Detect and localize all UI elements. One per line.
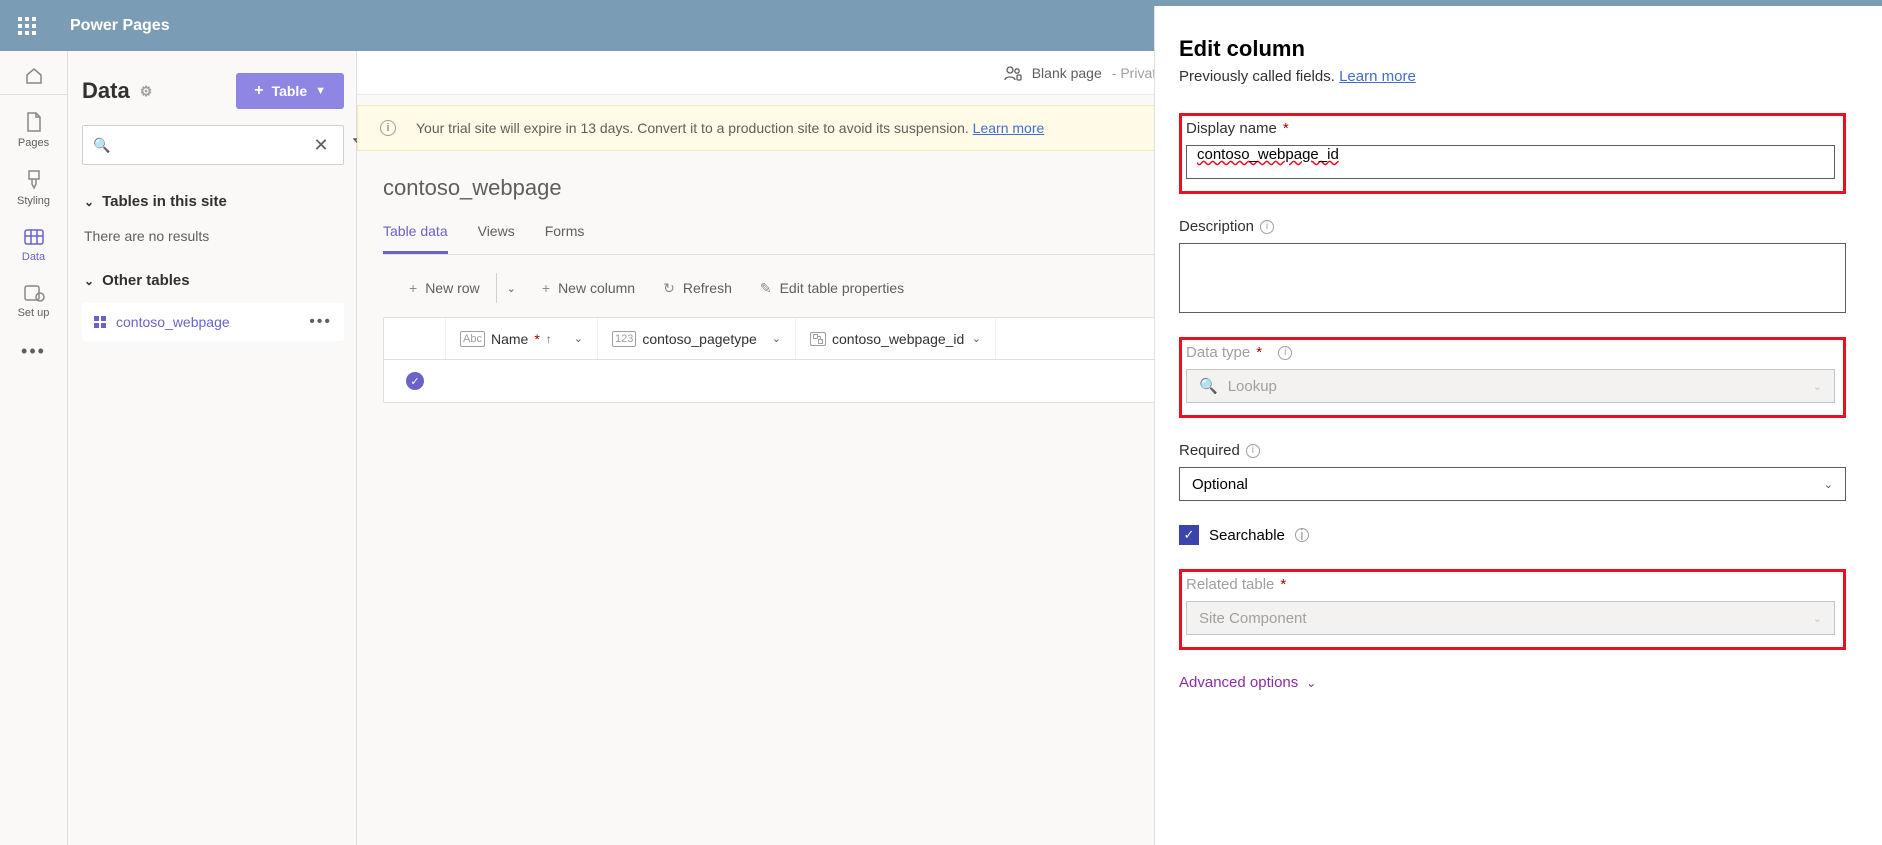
chevron-down-icon: ⌄ (1813, 380, 1822, 393)
data-type-select: 🔍Lookup ⌄ (1186, 369, 1835, 403)
table-label: contoso_webpage (116, 314, 230, 330)
number-type-icon: 123 (612, 331, 636, 347)
learn-more-link[interactable]: Learn more (973, 120, 1045, 136)
new-row-dropdown[interactable]: ⌄ (496, 273, 526, 303)
new-row-button[interactable]: +New row (397, 274, 492, 302)
data-type-field: Data type * i 🔍Lookup ⌄ (1179, 337, 1846, 418)
sidebar: Data ⚙ + Table ▼ 🔍 ✕ ⌄ Tables in this si… (68, 51, 357, 845)
button-label: Table (272, 83, 308, 99)
required-field: Required i Optional ⌄ (1179, 442, 1846, 501)
plus-icon: + (542, 280, 550, 296)
chevron-down-icon[interactable]: ⌄ (972, 332, 981, 345)
edit-column-panel: Edit column Previously called fields. Le… (1154, 6, 1882, 845)
info-icon[interactable]: i (1260, 220, 1274, 234)
tab-forms[interactable]: Forms (545, 215, 585, 254)
learn-more-link[interactable]: Learn more (1339, 68, 1416, 85)
info-icon: i (380, 120, 396, 136)
select-all-header[interactable] (384, 318, 446, 359)
no-results-text: There are no results (82, 218, 344, 264)
rail-label: Set up (18, 307, 50, 319)
sidebar-title: Data ⚙ (82, 78, 152, 104)
chevron-down-icon: ⌄ (1813, 612, 1822, 625)
refresh-icon: ↻ (663, 280, 675, 297)
app-launcher-icon[interactable] (18, 17, 36, 35)
rail-item-setup[interactable]: Set up (0, 273, 67, 329)
tab-views[interactable]: Views (478, 215, 515, 254)
section-site-tables[interactable]: ⌄ Tables in this site (82, 185, 344, 218)
rail-label: Data (22, 251, 45, 263)
display-name-input[interactable]: contoso_webpage_id (1186, 145, 1835, 179)
setup-icon (23, 283, 45, 303)
chevron-down-icon: ⌄ (1824, 478, 1833, 491)
page-name[interactable]: Blank page (1032, 65, 1102, 81)
related-table-field: Related table * Site Component ⌄ (1179, 569, 1846, 650)
chevron-down-icon: ⌄ (84, 274, 94, 288)
checkbox-checked-icon: ✓ (1179, 525, 1199, 545)
brush-icon (24, 169, 44, 191)
table-icon (94, 316, 106, 328)
rail-item-pages[interactable]: Pages (0, 101, 67, 159)
notice-text: Your trial site will expire in 13 days. … (416, 120, 969, 136)
search-icon: 🔍 (1199, 377, 1218, 395)
description-input[interactable] (1179, 243, 1846, 313)
left-rail: Pages Styling Data Set up ••• (0, 51, 68, 845)
column-header-pagetype[interactable]: 123 contoso_pagetype ⌄ (598, 318, 796, 359)
chevron-down-icon[interactable]: ⌄ (574, 332, 583, 345)
checkbox-label: Searchable (1209, 527, 1285, 544)
more-actions[interactable]: ••• (309, 313, 332, 331)
plus-icon: + (409, 280, 417, 296)
rail-item-data[interactable]: Data (0, 217, 67, 273)
section-label: Other tables (102, 272, 190, 289)
info-icon[interactable]: i (1246, 444, 1260, 458)
chevron-down-icon: ⌄ (84, 195, 94, 209)
people-icon (1004, 65, 1022, 81)
gear-icon[interactable]: ⚙ (140, 83, 153, 100)
lookup-type-icon (810, 332, 826, 346)
refresh-button[interactable]: ↻Refresh (651, 274, 744, 303)
table-item-contoso-webpage[interactable]: contoso_webpage ••• (82, 303, 344, 341)
column-header-name[interactable]: Abc Name* ↑ ⌄ (446, 318, 598, 359)
related-table-select: Site Component ⌄ (1186, 601, 1835, 635)
required-select[interactable]: Optional ⌄ (1179, 467, 1846, 501)
rail-item-styling[interactable]: Styling (0, 159, 67, 217)
section-other-tables[interactable]: ⌄ Other tables (82, 264, 344, 297)
description-field: Description i (1179, 218, 1846, 313)
search-icon: 🔍 (83, 137, 120, 154)
panel-subtitle: Previously called fields. Learn more (1179, 68, 1846, 85)
data-icon (23, 227, 45, 247)
display-name-field: Display name * contoso_webpage_id (1179, 113, 1846, 194)
section-label: Tables in this site (102, 193, 227, 210)
clear-icon[interactable]: ✕ (301, 135, 340, 156)
new-table-button[interactable]: + Table ▼ (236, 73, 344, 109)
text-type-icon: Abc (460, 331, 485, 347)
app-title: Power Pages (70, 17, 170, 35)
rail-label: Pages (18, 137, 49, 149)
rail-more[interactable]: ••• (21, 329, 46, 374)
new-column-button[interactable]: +New column (530, 274, 647, 302)
rail-label: Styling (17, 195, 50, 207)
chevron-down-icon: ⌄ (1306, 676, 1316, 690)
edit-properties-button[interactable]: ✎Edit table properties (748, 274, 916, 303)
page-icon (24, 111, 44, 133)
column-header-webpage-id[interactable]: contoso_webpage_id ⌄ (796, 318, 996, 359)
chevron-down-icon[interactable]: ⌄ (772, 332, 781, 345)
sort-asc-icon: ↑ (546, 332, 552, 346)
home-button[interactable] (0, 57, 67, 95)
plus-icon: + (254, 82, 263, 100)
info-icon[interactable]: i (1278, 346, 1292, 360)
search-input[interactable] (120, 126, 301, 164)
chevron-down-icon: ▼ (315, 85, 326, 97)
searchable-checkbox[interactable]: ✓ Searchable i (1179, 525, 1846, 545)
info-icon[interactable]: i (1295, 528, 1309, 542)
row-selected-icon[interactable]: ✓ (406, 372, 424, 390)
tab-table-data[interactable]: Table data (383, 215, 448, 254)
search-box[interactable]: 🔍 ✕ (82, 125, 344, 165)
panel-title: Edit column (1179, 36, 1846, 62)
pencil-icon: ✎ (760, 280, 772, 297)
advanced-options-toggle[interactable]: Advanced options ⌄ (1179, 674, 1846, 691)
